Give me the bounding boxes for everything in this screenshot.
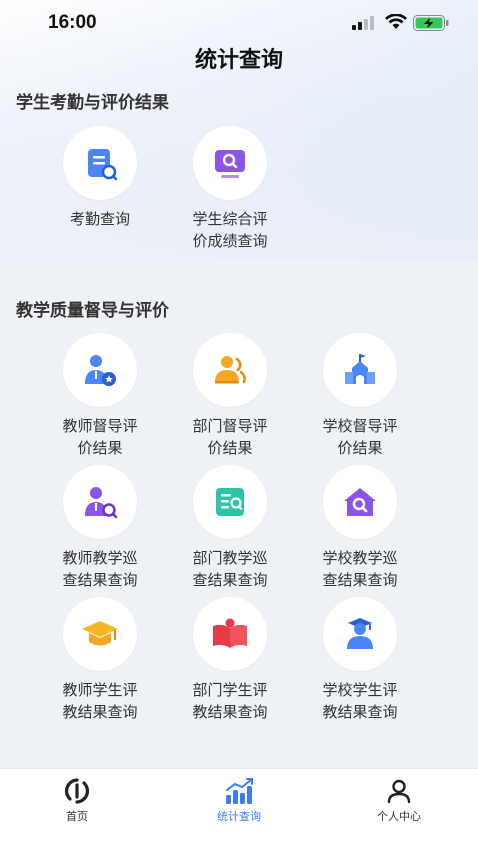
item-label: 部门教学巡 查结果查询	[192, 549, 268, 589]
monitor-search-icon	[215, 150, 245, 178]
icon-circle	[63, 333, 137, 407]
tab-label: 统计查询	[217, 810, 261, 823]
icon-circle	[323, 465, 397, 539]
icon-circle	[193, 126, 267, 200]
icon-circle	[193, 597, 267, 671]
item-label: 部门学生评 教结果查询	[192, 681, 268, 721]
page-title: 统计查询	[194, 48, 283, 73]
icon-circle	[193, 333, 267, 407]
attendance-query-item[interactable]: 考勤查询	[45, 126, 155, 230]
teacher-badge-icon	[85, 355, 116, 386]
school-building-icon	[345, 354, 375, 384]
cellular-signal-icon	[352, 16, 374, 30]
group-icon	[215, 356, 246, 384]
department-inspection-query-item[interactable]: 部门教学巡 查结果查询	[175, 465, 285, 591]
person-icon	[387, 779, 411, 804]
graduation-cap-icon	[82, 621, 118, 646]
status-bar: 16:00	[0, 0, 478, 48]
wifi-icon	[385, 14, 407, 29]
item-label: 教师学生评 教结果查询	[62, 681, 138, 721]
tab-label: 个人中心	[377, 810, 421, 823]
item-label: 学校督导评 价结果	[322, 417, 398, 457]
item-label: 教师教学巡 查结果查询	[62, 549, 138, 589]
school-supervision-result-item[interactable]: 学校督导评 价结果	[305, 333, 415, 459]
home-logo-icon	[65, 778, 89, 804]
icon-circle	[323, 597, 397, 671]
department-student-evaluation-query-item[interactable]: 部门学生评 教结果查询	[175, 597, 285, 723]
graduate-person-icon	[347, 618, 373, 649]
item-label: 教师督导评 价结果	[62, 417, 138, 457]
school-student-evaluation-query-item[interactable]: 学校学生评 教结果查询	[305, 597, 415, 723]
icon-circle	[63, 465, 137, 539]
icon-circle	[63, 597, 137, 671]
tab-home[interactable]: 首页	[17, 777, 137, 824]
bottom-tab-bar: 首页 统计查询 个人中心	[0, 768, 478, 851]
tab-statistics[interactable]: 统计查询	[179, 777, 299, 824]
tab-profile[interactable]: 个人中心	[339, 777, 459, 824]
clipboard-search-icon	[88, 149, 118, 181]
teacher-supervision-result-item[interactable]: 教师督导评 价结果	[45, 333, 155, 459]
student-evaluation-query-item[interactable]: 学生综合评 价成绩查询	[175, 126, 285, 252]
document-search-icon	[216, 488, 244, 516]
item-label: 学生综合评 价成绩查询	[192, 210, 268, 250]
icon-circle	[193, 465, 267, 539]
section-title-attendance: 学生考勤与评价结果	[16, 93, 169, 113]
tab-label: 首页	[66, 810, 88, 823]
item-label: 学校学生评 教结果查询	[322, 681, 398, 721]
teacher-inspection-query-item[interactable]: 教师教学巡 查结果查询	[45, 465, 155, 591]
open-book-icon	[213, 618, 247, 648]
icon-circle	[323, 333, 397, 407]
department-supervision-result-item[interactable]: 部门督导评 价结果	[175, 333, 285, 459]
item-label: 部门督导评 价结果	[192, 417, 268, 457]
section-title-supervision: 教学质量督导与评价	[16, 301, 169, 321]
status-time: 16:00	[48, 12, 97, 33]
battery-charging-icon	[413, 15, 449, 31]
school-inspection-query-item[interactable]: 学校教学巡 查结果查询	[305, 465, 415, 591]
statistics-chart-icon	[226, 778, 253, 804]
house-search-icon	[344, 488, 376, 516]
icon-circle	[63, 126, 137, 200]
item-label: 考勤查询	[69, 210, 130, 228]
teacher-search-icon	[85, 487, 118, 519]
item-label: 学校教学巡 查结果查询	[322, 549, 398, 589]
teacher-student-evaluation-query-item[interactable]: 教师学生评 教结果查询	[45, 597, 155, 723]
